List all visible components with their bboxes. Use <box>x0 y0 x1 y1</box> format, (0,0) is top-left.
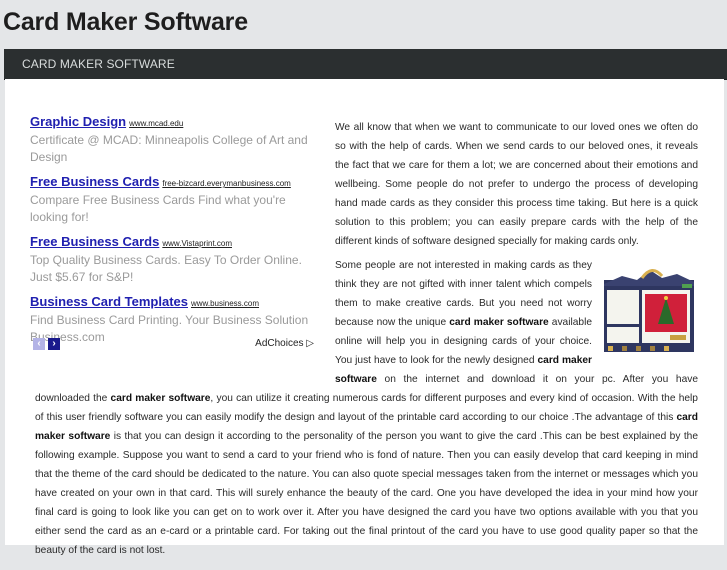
card-maker-screenshot-image <box>602 266 698 354</box>
article-body: We all know that when we want to communi… <box>35 118 698 570</box>
text-wrap-spacer <box>35 261 335 389</box>
article-paragraph: Some people are not interested in making… <box>35 256 698 560</box>
keyword-card-maker-software: card maker software <box>449 317 549 328</box>
site-title: Card Maker Software <box>3 8 248 36</box>
article-paragraph: We all know that when we want to communi… <box>335 122 698 247</box>
keyword-card-maker-software: card maker software <box>110 393 211 404</box>
nav-item-card-maker-software[interactable]: CARD MAKER SOFTWARE <box>22 57 175 71</box>
nav-bar: CARD MAKER SOFTWARE <box>4 49 727 79</box>
article-text: is that you can design it according to t… <box>35 431 698 556</box>
